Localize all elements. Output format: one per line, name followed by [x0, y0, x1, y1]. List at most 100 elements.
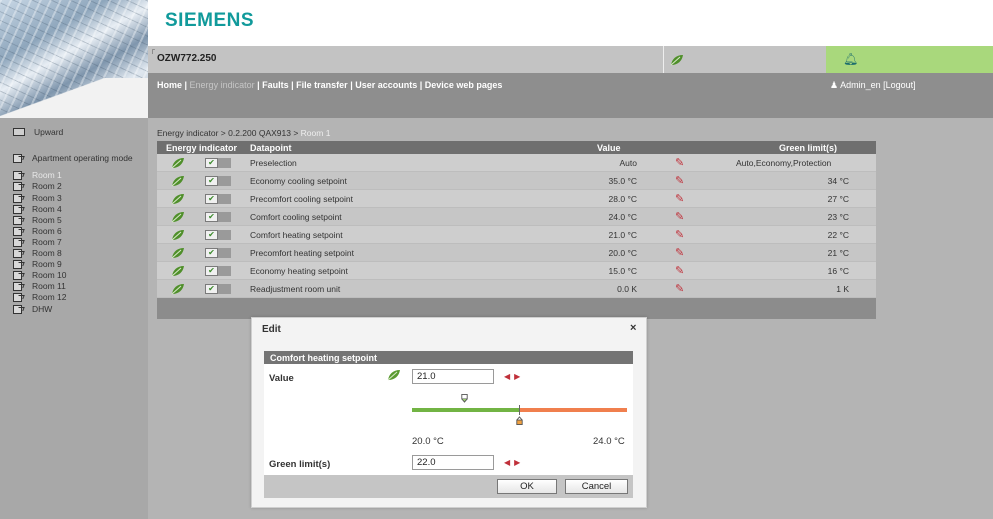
edit-pencil-icon[interactable]: ✎ [675, 282, 684, 295]
link-arrow-icon [13, 181, 23, 191]
sidebar-item-label: Room 11 [32, 280, 66, 291]
sidebar-item-label: Room 3 [32, 192, 62, 203]
green-limit-value: 22 °C [827, 230, 849, 240]
energy-indicator-checkbox[interactable]: ✔ [205, 158, 231, 168]
breadcrumb-path[interactable]: Energy indicator > 0.2.200 QAX913 > [157, 128, 301, 138]
table-row[interactable]: ✔ Precomfort heating setpoint 20.0 °C ✎ 21 °… [157, 244, 876, 262]
table-row[interactable]: ✔ Economy cooling setpoint 35.0 °C ✎ 34 °C [157, 172, 876, 190]
ok-button[interactable]: OK [497, 479, 557, 494]
sidebar-item[interactable]: Apartment operating mode [0, 152, 133, 163]
sidebar-item[interactable]: DHW [0, 303, 52, 314]
edit-pencil-icon[interactable]: ✎ [675, 246, 684, 259]
nav-device-web-pages[interactable]: Device web pages [425, 80, 503, 90]
datapoint-value: 35.0 °C [608, 176, 637, 186]
siemens-logo: SIEMENS [165, 10, 255, 31]
green-limit-value: 1 K [836, 284, 849, 294]
green-limit-stepper[interactable]: ◀▶ [504, 458, 524, 467]
nav-separator: | [182, 80, 190, 90]
edit-pencil-icon[interactable]: ✎ [675, 210, 684, 223]
link-arrow-icon [13, 292, 23, 302]
sidebar-item[interactable]: Room 8 [0, 247, 62, 258]
datapoint-name[interactable]: Precomfort heating setpoint [250, 248, 354, 258]
energy-indicator-checkbox[interactable]: ✔ [205, 212, 231, 222]
building-banner-image [0, 0, 148, 118]
energy-status-box[interactable] [663, 46, 826, 73]
datapoint-value: Auto [619, 158, 638, 168]
datapoint-name[interactable]: Readjustment room unit [250, 284, 340, 294]
datapoint-table: Energy indicator Datapoint Value Green l… [157, 141, 876, 319]
sidebar-item[interactable]: Room 5 [0, 214, 62, 225]
sidebar-item-label: Room 5 [32, 214, 62, 225]
energy-indicator-checkbox[interactable]: ✔ [205, 266, 231, 276]
arrow-right-icon[interactable]: ▶ [514, 372, 524, 381]
sidebar-item[interactable]: Room 6 [0, 225, 62, 236]
sidebar-item[interactable]: Room 10 [0, 269, 67, 280]
bell-icon[interactable]: 🔔︎ [843, 52, 858, 66]
value-marker-icon[interactable] [461, 394, 468, 403]
range-max: 24.0 °C [593, 436, 625, 447]
leaf-icon[interactable] [670, 54, 684, 66]
cancel-button[interactable]: Cancel [565, 479, 628, 494]
user-area: ♟ Admin_en [Logout] [830, 80, 916, 91]
green-limit-value: 23 °C [827, 212, 849, 222]
upward-link[interactable]: Upward [13, 127, 63, 137]
nav-home[interactable]: Home [157, 80, 182, 90]
check-icon: ✔ [205, 158, 218, 168]
sidebar-item[interactable]: Room 9 [0, 258, 62, 269]
edit-pencil-icon[interactable]: ✎ [675, 264, 684, 277]
edit-pencil-icon[interactable]: ✎ [675, 156, 684, 169]
sidebar-item-label: Room 1 [32, 169, 62, 180]
energy-indicator-checkbox[interactable]: ✔ [205, 176, 231, 186]
nav-energy-indicator[interactable]: Energy indicator [190, 80, 255, 90]
value-stepper[interactable]: ◀▶ [504, 372, 524, 381]
leaf-icon [171, 193, 185, 207]
energy-indicator-checkbox[interactable]: ✔ [205, 194, 231, 204]
sidebar-item[interactable]: Room 11 [0, 280, 66, 291]
leaf-icon [387, 370, 400, 381]
check-icon: ✔ [205, 230, 218, 240]
table-row[interactable]: ✔ Preselection Auto ✎ Auto,Economy,Protectio… [157, 154, 876, 172]
table-header: Energy indicator Datapoint Value Green l… [157, 141, 876, 154]
table-row[interactable]: ✔ Comfort cooling setpoint 24.0 °C ✎ 23 °C [157, 208, 876, 226]
sidebar-item[interactable]: Room 2 [0, 180, 62, 191]
green-limit-marker-icon[interactable] [516, 416, 523, 425]
arrow-left-icon[interactable]: ◀ [504, 372, 514, 381]
datapoint-name[interactable]: Comfort heating setpoint [250, 230, 343, 240]
sidebar-item[interactable]: Room 7 [0, 236, 62, 247]
nav-user-accounts[interactable]: User accounts [355, 80, 417, 90]
nav-file-transfer[interactable]: File transfer [296, 80, 348, 90]
sidebar-item-label: Apartment operating mode [32, 152, 133, 163]
sidebar-item[interactable]: Room 4 [0, 203, 62, 214]
edit-pencil-icon[interactable]: ✎ [675, 228, 684, 241]
datapoint-name[interactable]: Comfort cooling setpoint [250, 212, 342, 222]
datapoint-value: 24.0 °C [608, 212, 637, 222]
sidebar-item[interactable]: Room 12 [0, 291, 67, 302]
arrow-right-icon[interactable]: ▶ [514, 458, 524, 467]
value-label: Value [269, 373, 294, 384]
sidebar-item[interactable]: Room 1 [0, 169, 62, 180]
table-row[interactable]: ✔ Comfort heating setpoint 21.0 °C ✎ 22 °C [157, 226, 876, 244]
energy-indicator-checkbox[interactable]: ✔ [205, 284, 231, 294]
green-limit-value: Auto,Economy,Protection [736, 158, 832, 168]
arrow-left-icon[interactable]: ◀ [504, 458, 514, 467]
datapoint-name[interactable]: Precomfort cooling setpoint [250, 194, 353, 204]
datapoint-name[interactable]: Economy cooling setpoint [250, 176, 347, 186]
green-limit-input[interactable] [412, 455, 494, 470]
link-arrow-icon [13, 237, 23, 247]
check-icon: ✔ [205, 212, 218, 222]
datapoint-name[interactable]: Economy heating setpoint [250, 266, 348, 276]
energy-indicator-checkbox[interactable]: ✔ [205, 248, 231, 258]
table-row[interactable]: ✔ Readjustment room unit 0.0 K ✎ 1 K [157, 280, 876, 298]
nav-faults[interactable]: Faults [262, 80, 289, 90]
sidebar-item[interactable]: Room 3 [0, 192, 62, 203]
table-row[interactable]: ✔ Economy heating setpoint 15.0 °C ✎ 16 °C [157, 262, 876, 280]
value-input[interactable] [412, 369, 494, 384]
close-icon[interactable]: × [630, 322, 636, 334]
logout-link[interactable]: [Logout] [883, 80, 916, 90]
energy-indicator-checkbox[interactable]: ✔ [205, 230, 231, 240]
table-footer [157, 298, 876, 319]
table-row[interactable]: ✔ Precomfort cooling setpoint 28.0 °C ✎ 27 °… [157, 190, 876, 208]
edit-pencil-icon[interactable]: ✎ [675, 174, 684, 187]
edit-pencil-icon[interactable]: ✎ [675, 192, 684, 205]
datapoint-name[interactable]: Preselection [250, 158, 297, 168]
